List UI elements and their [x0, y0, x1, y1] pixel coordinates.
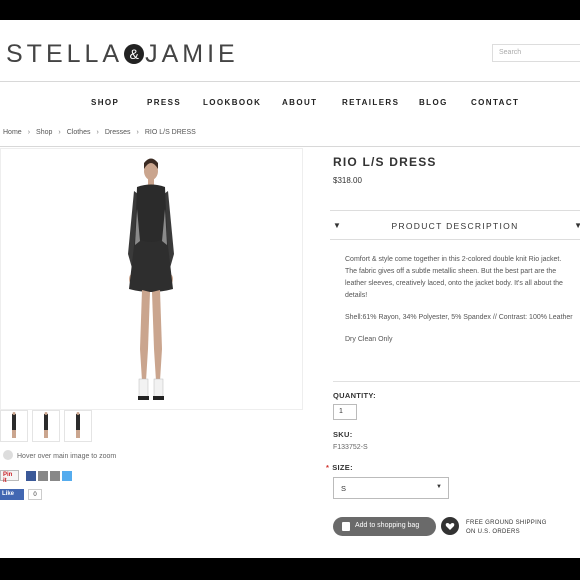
zoom-icon: [3, 450, 13, 460]
thumbnail-1[interactable]: [0, 410, 28, 442]
breadcrumb-clothes[interactable]: Clothes: [67, 129, 91, 136]
nav-item-about[interactable]: ABOUT: [282, 98, 317, 107]
main-nav: SHOP PRESS LOOKBOOK ABOUT RETAILERS BLOG…: [0, 98, 580, 110]
email-icon[interactable]: [38, 471, 48, 481]
nav-item-shop[interactable]: SHOP: [91, 98, 119, 107]
shipping-line-2: ON U.S. ORDERS: [466, 529, 520, 535]
quantity-input[interactable]: 1: [333, 404, 357, 420]
sku-label: SKU:: [333, 430, 353, 439]
size-label: SIZE:: [332, 463, 353, 472]
quantity-label: QUANTITY:: [333, 391, 376, 400]
shipping-note: FREE GROUND SHIPPING ON U.S. ORDERS: [466, 519, 547, 537]
breadcrumb-home[interactable]: Home: [3, 129, 22, 136]
material-text: Shell:61% Rayon, 34% Polyester, 5% Spand…: [345, 314, 573, 321]
shipping-line-1: FREE GROUND SHIPPING: [466, 520, 547, 526]
ampersand-badge: &: [124, 44, 145, 64]
description-text: Comfort & style come together in this 2-…: [345, 256, 563, 299]
nav-item-contact[interactable]: CONTACT: [471, 98, 519, 107]
care-text: Dry Clean Only: [345, 336, 393, 343]
product-page: STELLA & JAMIE Search SHOP PRESS LOOKBOOK …: [0, 20, 580, 558]
breadcrumb-current: RIO L/S DRESS: [144, 129, 196, 136]
shipping-icon: [441, 517, 459, 535]
breadcrumb-divider: [0, 146, 580, 147]
brand-logo-right: JAMIE: [145, 40, 239, 68]
product-description: Comfort & style come together in this 2-…: [345, 254, 575, 356]
model-figure: [128, 158, 174, 400]
pinterest-button[interactable]: Pin it: [0, 470, 19, 484]
product-title: RIO L/S DRESS: [333, 155, 437, 169]
description-accordion-header[interactable]: ▼ PRODUCT DESCRIPTION ▼: [330, 210, 580, 240]
sku-value: F133752-S: [333, 444, 368, 451]
brand-logo-left: STELLA: [6, 40, 124, 68]
size-select[interactable]: S ▼: [333, 477, 449, 499]
zoom-hint: Hover over main image to zoom: [3, 450, 116, 460]
thumbnail-2[interactable]: [32, 410, 60, 442]
chevron-right-icon: ›: [58, 129, 61, 136]
brand-logo[interactable]: STELLA & JAMIE: [6, 40, 239, 69]
like-count: 0: [28, 489, 42, 500]
description-heading: PRODUCT DESCRIPTION: [391, 221, 519, 231]
facebook-share-icon[interactable]: [26, 471, 36, 481]
print-icon[interactable]: [50, 471, 60, 481]
nav-item-press[interactable]: PRESS: [147, 98, 181, 107]
chevron-right-icon: ›: [96, 129, 99, 136]
triangle-down-icon: ▼: [574, 221, 580, 230]
header-divider: [0, 81, 580, 82]
twitter-icon[interactable]: [62, 471, 72, 481]
search-input[interactable]: Search: [492, 44, 580, 62]
nav-item-retailers[interactable]: RETAILERS: [342, 98, 399, 107]
nav-item-blog[interactable]: BLOG: [419, 98, 448, 107]
size-label-row: * SIZE:: [326, 463, 353, 472]
breadcrumb: Home › Shop › Clothes › Dresses › RIO L/S DRESS: [3, 129, 196, 136]
details-divider: [333, 381, 580, 382]
size-selected-value: S: [341, 484, 347, 493]
nav-item-lookbook[interactable]: LOOKBOOK: [203, 98, 261, 107]
shopping-bag-icon: [342, 522, 350, 531]
breadcrumb-shop[interactable]: Shop: [36, 129, 52, 136]
like-button[interactable]: Like: [0, 489, 24, 500]
add-to-bag-label: Add to shopping bag: [355, 522, 420, 529]
thumbnail-3[interactable]: [64, 410, 92, 442]
chevron-right-icon: ›: [27, 129, 31, 136]
breadcrumb-dresses[interactable]: Dresses: [105, 129, 131, 136]
dropdown-arrow-icon: ▼: [436, 484, 442, 490]
zoom-hint-text: Hover over main image to zoom: [17, 453, 117, 460]
product-price: $318.00: [333, 176, 362, 185]
chevron-right-icon: ›: [136, 129, 139, 136]
main-product-image[interactable]: [0, 148, 303, 410]
required-marker: *: [326, 463, 330, 472]
add-to-bag-button[interactable]: Add to shopping bag: [333, 517, 436, 536]
